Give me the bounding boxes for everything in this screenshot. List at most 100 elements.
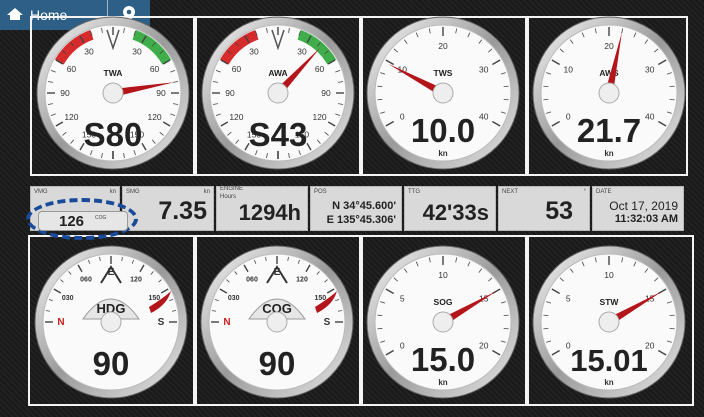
dial-tick <box>669 98 675 101</box>
engine-value: 1294h <box>238 200 301 225</box>
tick-label: N <box>223 317 230 328</box>
tick-label: 90 <box>60 88 70 98</box>
next-value: 53 <box>545 197 573 225</box>
aws-dial: 010203040AWS21.7kn <box>532 16 686 170</box>
tick-label: 90 <box>321 88 331 98</box>
dial-tick <box>543 85 549 88</box>
tick-label: 120 <box>312 112 326 122</box>
tick-label: 10 <box>564 65 574 75</box>
needle-hub <box>102 82 124 104</box>
date-label: DATE <box>596 189 612 195</box>
next-box[interactable]: NEXT ° 53 <box>498 186 590 231</box>
stw-dial: 05101520STW15.01kn <box>532 245 686 399</box>
tick-label: 20 <box>604 41 614 51</box>
smg-unit: kn <box>203 189 210 195</box>
top-divider-3 <box>525 16 529 176</box>
tick-label: 60 <box>232 64 242 74</box>
gauge-hdg[interactable]: N 030 060 E 120 150 S HDG 90 <box>32 243 190 401</box>
tick-label: 30 <box>84 46 94 56</box>
dial-tick <box>503 85 509 88</box>
tick-label: 30 <box>132 46 142 56</box>
gauge-stw[interactable]: 05101520STW15.01kn <box>530 243 688 401</box>
vmg-unit: kn <box>109 189 116 195</box>
hdg-dial: N030060E120150SHDG90 <box>34 245 188 399</box>
cog-value: 90 <box>259 345 296 382</box>
engine-hours-label: Hours <box>220 194 237 200</box>
twa-value: S80 <box>84 116 143 153</box>
tick-label: 20 <box>479 341 489 351</box>
twa-dial: 306090120150306090120150TWAS80 <box>36 16 190 170</box>
tick-label: 0 <box>566 112 571 122</box>
awa-value: S43 <box>249 116 308 153</box>
gauge-awa[interactable]: 30 60 90 120 150 30 60 90 120 150 AWA S43 <box>199 14 357 172</box>
tick-label: 120 <box>296 277 308 284</box>
gauge-tws[interactable]: 0 10 20 30 40 TWS 10.0 kn <box>364 14 522 172</box>
stw-label: STW <box>600 297 620 307</box>
tick-label: 060 <box>246 277 258 284</box>
top-divider-1 <box>193 16 197 176</box>
tws-label: TWS <box>434 68 453 78</box>
vmg-label: VMG <box>34 189 48 195</box>
engine-box[interactable]: ENGINE Hours 1294h <box>216 186 308 231</box>
sog-label: SOG <box>434 297 453 307</box>
gauge-cog[interactable]: N 030 060 E 120 150 S COG 90 <box>198 243 356 401</box>
tick-label: 30 <box>645 65 655 75</box>
tick-label: 120 <box>147 112 161 122</box>
pos-box[interactable]: POS N 34°45.600' E 135°45.306' <box>310 186 402 231</box>
date-value: Oct 17, 2019 <box>609 199 678 213</box>
vmg-cog-sub: COG <box>95 215 107 221</box>
twa-label: TWA <box>104 68 123 78</box>
aws-unit: kn <box>604 149 613 158</box>
tick-label: 0 <box>400 341 405 351</box>
engine-label: ENGINE <box>220 186 244 192</box>
tick-label: 10 <box>438 270 448 280</box>
tick-label: N <box>57 317 64 328</box>
next-unit-mark: ° <box>583 189 586 195</box>
gauge-aws[interactable]: 0 10 20 30 40 AWS 21.7 kn <box>530 14 688 172</box>
tick-label: 60 <box>315 64 325 74</box>
needle-hub <box>266 311 288 333</box>
tws-unit: kn <box>438 149 447 158</box>
top-divider-2 <box>359 16 363 176</box>
bottom-divider-2 <box>359 235 363 406</box>
tick-label: S <box>158 317 165 328</box>
dial-tick <box>377 314 383 317</box>
smg-value: 7.35 <box>158 197 207 225</box>
dial-tick <box>377 327 383 330</box>
tick-label: 60 <box>150 64 160 74</box>
time-value: 11:32:03 AM <box>614 213 678 225</box>
dial-tick <box>543 314 549 317</box>
tick-label: 60 <box>67 64 77 74</box>
date-box[interactable]: DATE Oct 17, 2019 11:32:03 AM <box>592 186 684 231</box>
needle-hub <box>432 311 454 333</box>
bottom-divider-1 <box>193 235 197 406</box>
pos-lon: E 135°45.306' <box>326 214 396 226</box>
pos-lat: N 34°45.600' <box>332 200 396 212</box>
sog-value: 15.0 <box>411 341 475 378</box>
dial-tick <box>543 98 549 101</box>
needle-hub <box>598 311 620 333</box>
tick-label: 030 <box>228 295 240 302</box>
dial-tick <box>669 327 675 330</box>
needle-hub <box>267 82 289 104</box>
gauge-twa[interactable]: 30 60 90 120 150 30 60 90 120 150 TWA S80 <box>34 14 192 172</box>
stw-unit: kn <box>604 378 613 387</box>
dial-tick <box>503 98 509 101</box>
aws-value: 21.7 <box>577 112 641 149</box>
next-label: NEXT <box>502 189 519 195</box>
awa-dial: 306090120150306090120150AWAS43 <box>201 16 355 170</box>
tick-label: 40 <box>479 112 489 122</box>
gauge-sog[interactable]: 05101520SOG15.0kn <box>364 243 522 401</box>
dial-tick <box>669 314 675 317</box>
home-icon <box>6 7 30 24</box>
tws-dial: 010203040TWS10.0kn <box>366 16 520 170</box>
tick-label: 10 <box>604 270 614 280</box>
dial-tick <box>503 327 509 330</box>
tick-label: 060 <box>80 277 92 284</box>
tick-label: 30 <box>297 46 307 56</box>
hdg-value: 90 <box>93 345 130 382</box>
tick-label: 0 <box>400 112 405 122</box>
tws-value: 10.0 <box>411 112 475 149</box>
tick-label: 5 <box>566 294 571 304</box>
ttg-box[interactable]: TTG 42'33s <box>404 186 496 231</box>
